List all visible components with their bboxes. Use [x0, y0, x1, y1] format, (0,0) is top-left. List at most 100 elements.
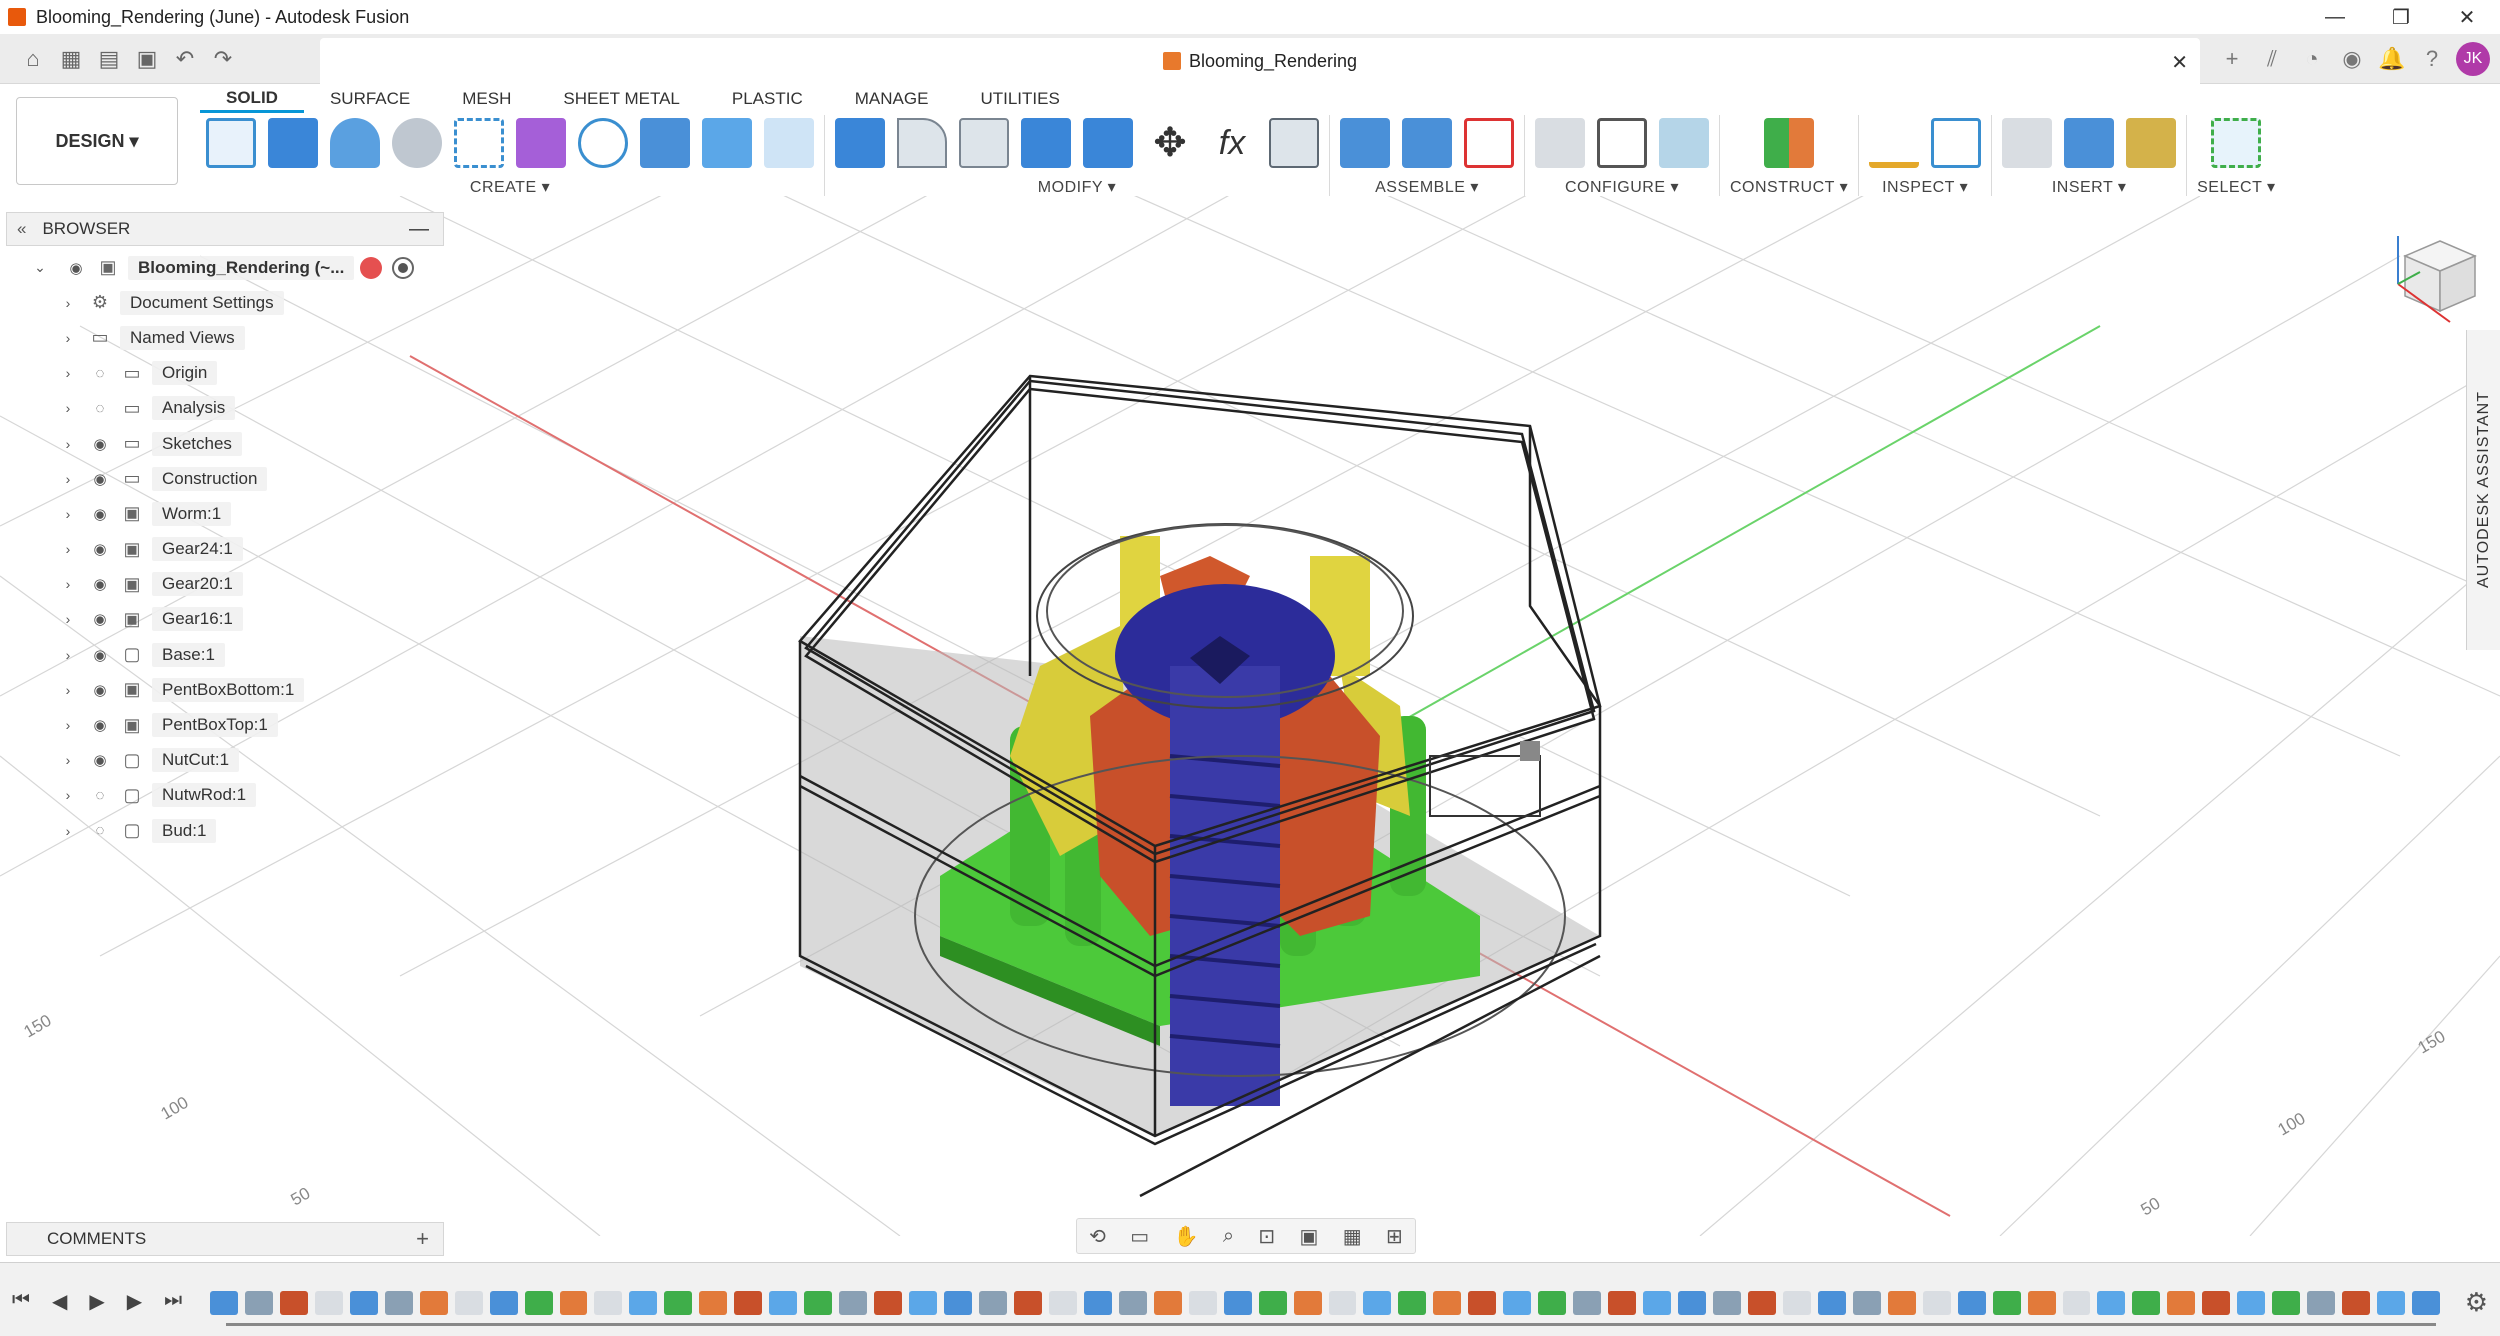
browser-item-worm-1[interactable]: › ◉ ▣ Worm:1: [6, 496, 444, 531]
timeline-feature[interactable]: [1153, 1291, 1182, 1315]
collapse-browser-icon[interactable]: «: [17, 219, 26, 239]
restore-button[interactable]: ❐: [2368, 0, 2434, 34]
step-forward-icon[interactable]: ▶: [127, 1289, 142, 1314]
create-group-label[interactable]: CREATE ▾: [470, 177, 550, 197]
timeline-track[interactable]: [210, 1285, 2440, 1321]
browser-item-nutwrod-1[interactable]: › ◌ ▢ NutwRod:1: [6, 778, 444, 813]
insert-mesh-icon[interactable]: [2126, 118, 2177, 168]
timeline-feature[interactable]: [1433, 1291, 1462, 1315]
combine-icon[interactable]: [1083, 118, 1133, 168]
timeline-feature[interactable]: [2307, 1291, 2336, 1315]
timeline-feature[interactable]: [489, 1291, 518, 1315]
hidden-eye-icon[interactable]: ◌: [88, 785, 112, 805]
autodesk-assistant-tab[interactable]: AUTODESK ASSISTANT: [2466, 330, 2500, 650]
browser-item-construction[interactable]: › ◉ ▭ Construction: [6, 461, 444, 496]
configuration-table-icon[interactable]: [1597, 118, 1647, 168]
canvas-icon[interactable]: [2064, 118, 2115, 168]
pan-icon[interactable]: ✋: [1174, 1224, 1199, 1249]
visibility-eye-icon[interactable]: ◉: [88, 750, 112, 770]
expand-chevron-icon[interactable]: ›: [58, 717, 78, 733]
grid-settings-icon[interactable]: ▦: [1343, 1224, 1362, 1249]
look-at-icon[interactable]: ▭: [1130, 1224, 1149, 1249]
joint-icon[interactable]: [1340, 118, 1390, 168]
configuration-rules-icon[interactable]: [1659, 118, 1709, 168]
chamfer-icon[interactable]: [959, 118, 1009, 168]
timeline-feature[interactable]: [2062, 1291, 2091, 1315]
timeline-feature[interactable]: [1223, 1291, 1252, 1315]
expand-chevron-icon[interactable]: ›: [58, 647, 78, 663]
zoom-icon[interactable]: ⌕: [1223, 1225, 1234, 1248]
timeline-feature[interactable]: [1503, 1291, 1532, 1315]
expand-chevron-icon[interactable]: ›: [58, 682, 78, 698]
timeline-feature[interactable]: [2412, 1291, 2440, 1315]
timeline-feature[interactable]: [1188, 1291, 1217, 1315]
help-icon[interactable]: ?: [2416, 43, 2448, 75]
timeline-feature[interactable]: [1048, 1291, 1077, 1315]
expand-chevron-icon[interactable]: ›: [58, 787, 78, 803]
tab-mesh[interactable]: MESH: [436, 85, 537, 113]
new-component-icon[interactable]: [640, 118, 690, 168]
tab-utilities[interactable]: UTILITIES: [954, 85, 1085, 113]
apps-grid-icon[interactable]: ▦: [56, 44, 86, 74]
insert-group-label[interactable]: INSERT ▾: [2052, 177, 2127, 197]
visibility-eye-icon[interactable]: ◉: [88, 504, 112, 524]
tab-plastic[interactable]: PLASTIC: [706, 85, 829, 113]
create-sketch-icon[interactable]: [206, 118, 256, 168]
fit-icon[interactable]: ⊡: [1258, 1224, 1275, 1249]
tab-surface[interactable]: SURFACE: [304, 85, 436, 113]
browser-item-origin[interactable]: › ◌ ▭ Origin: [6, 356, 444, 391]
timeline-feature[interactable]: [2342, 1291, 2371, 1315]
timeline-feature[interactable]: [454, 1291, 483, 1315]
box-icon[interactable]: [702, 118, 752, 168]
expand-chevron-icon[interactable]: ›: [58, 400, 78, 416]
timeline-feature[interactable]: [1678, 1291, 1706, 1315]
configure-group-label[interactable]: CONFIGURE ▾: [1565, 177, 1679, 197]
data-panel-icon[interactable]: ⫽: [2256, 43, 2288, 75]
home-icon[interactable]: ⌂: [18, 44, 48, 74]
expand-chevron-icon[interactable]: ›: [58, 611, 78, 627]
pentagon-box-model[interactable]: [798, 374, 1602, 1198]
expand-chevron-icon[interactable]: ›: [58, 295, 78, 311]
revolve-icon[interactable]: [330, 118, 380, 168]
inspect-group-label[interactable]: INSPECT ▾: [1882, 177, 1968, 197]
timeline-feature[interactable]: [2202, 1291, 2231, 1315]
timeline-feature[interactable]: [2027, 1291, 2056, 1315]
close-window-button[interactable]: ✕: [2434, 0, 2500, 34]
timeline-feature[interactable]: [349, 1291, 378, 1315]
document-tab[interactable]: Blooming_Rendering ✕: [320, 38, 2200, 84]
browser-item-gear20-1[interactable]: › ◉ ▣ Gear20:1: [6, 567, 444, 602]
timeline-feature[interactable]: [1538, 1291, 1567, 1315]
browser-root-item[interactable]: ⌄ ◉ ▣ Blooming_Rendering (~...: [6, 250, 444, 285]
timeline-feature[interactable]: [594, 1291, 623, 1315]
section-analysis-icon[interactable]: [1931, 118, 1982, 168]
visibility-eye-icon[interactable]: ◉: [88, 469, 112, 489]
browser-item-nutcut-1[interactable]: › ◉ ▢ NutCut:1: [6, 743, 444, 778]
new-tab-icon[interactable]: +: [2216, 43, 2248, 75]
visibility-eye-icon[interactable]: ◉: [88, 645, 112, 665]
activate-radio[interactable]: [392, 256, 415, 279]
as-built-joint-icon[interactable]: [1402, 118, 1452, 168]
timeline-feature[interactable]: [2097, 1291, 2126, 1315]
timeline-feature[interactable]: [699, 1291, 728, 1315]
browser-item-gear16-1[interactable]: › ◉ ▣ Gear16:1: [6, 602, 444, 637]
timeline-feature[interactable]: [279, 1291, 308, 1315]
timeline-feature[interactable]: [1747, 1291, 1776, 1315]
timeline-feature[interactable]: [524, 1291, 553, 1315]
hidden-eye-icon[interactable]: ◌: [88, 398, 112, 418]
browser-item-pentboxtop-1[interactable]: › ◉ ▣ PentBoxTop:1: [6, 707, 444, 742]
timeline-feature[interactable]: [1817, 1291, 1846, 1315]
redo-icon[interactable]: ↷: [208, 44, 238, 74]
timeline-feature[interactable]: [874, 1291, 903, 1315]
timeline-feature[interactable]: [2272, 1291, 2301, 1315]
insert-derive-icon[interactable]: [2002, 118, 2053, 168]
timeline-feature[interactable]: [1643, 1291, 1672, 1315]
visibility-eye-icon[interactable]: ◉: [88, 434, 112, 454]
play-icon[interactable]: ▶: [89, 1289, 104, 1314]
step-back-icon[interactable]: ◀: [52, 1289, 67, 1314]
timeline-feature[interactable]: [2132, 1291, 2161, 1315]
timeline-feature[interactable]: [769, 1291, 798, 1315]
tab-solid[interactable]: SOLID: [200, 85, 304, 113]
orbit-icon[interactable]: ⟲: [1089, 1224, 1106, 1249]
timeline-feature[interactable]: [1328, 1291, 1357, 1315]
notifications-icon[interactable]: 🔔: [2376, 43, 2408, 75]
